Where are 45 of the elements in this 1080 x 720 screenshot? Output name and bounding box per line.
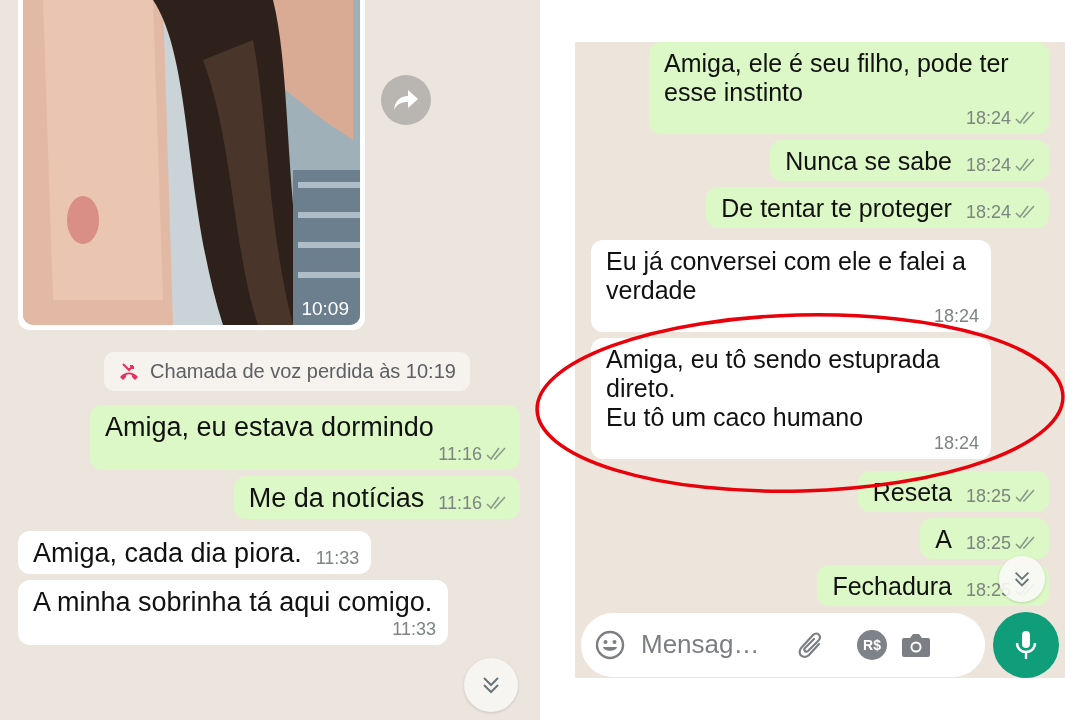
missed-call-icon (118, 361, 141, 382)
double-check-icon (1015, 205, 1037, 219)
message-text: A (935, 525, 952, 554)
message-time: 11:33 (315, 547, 360, 569)
message-field[interactable]: Mensag… R$ (581, 612, 985, 677)
message-text: Fechadura (832, 572, 952, 601)
double-check-icon (486, 496, 508, 510)
message-text: De tentar te proteger (721, 194, 952, 223)
message-text: Nunca se sabe (785, 147, 952, 176)
emoji-icon (595, 629, 625, 660)
message-time: 18:25 (965, 485, 1011, 507)
message-time: 18:24 (933, 432, 979, 454)
payment-icon[interactable]: R$ (857, 629, 887, 660)
message-text: Amiga, eu tô sendo estuprada direto. Eu tô um caco humano (606, 345, 941, 432)
message-text: Reseta (872, 478, 952, 507)
message-text: Amiga, eu estava dormindo (105, 412, 434, 443)
forward-button[interactable] (381, 75, 431, 125)
message-time: 11:16 (438, 443, 482, 465)
message-time: 18:24 (965, 201, 1011, 223)
notice-text: Chamada de voz perdida às 10:19 (150, 360, 456, 383)
chevrons-down-icon (1012, 569, 1032, 589)
message-time: 18:24 (965, 107, 1011, 129)
camera-icon[interactable] (901, 631, 931, 658)
message-time: 11:33 (392, 618, 436, 640)
microphone-icon (1014, 628, 1038, 661)
double-check-icon (1015, 536, 1037, 550)
message-time: 18:25 (965, 579, 1011, 601)
scroll-down-button[interactable] (464, 658, 518, 712)
double-check-icon (1015, 158, 1037, 172)
message-text: Amiga, ele é seu filho, pode ter esse instinto (664, 49, 1010, 107)
message-text: A minha sobrinha tá aqui comigo. (33, 587, 433, 618)
message-time: 18:25 (965, 532, 1011, 554)
message-time: 10:09 (301, 298, 349, 320)
message-time: 18:24 (965, 154, 1011, 176)
double-check-icon (1015, 489, 1037, 503)
message-text: Eu já conversei com ele e falei a verdade (606, 247, 967, 305)
message-time: 18:24 (933, 305, 979, 327)
message-text: Amiga, cada dia piora. (33, 538, 302, 569)
message-time: 11:16 (438, 492, 482, 514)
chevrons-down-icon (480, 674, 502, 696)
message-text: Me da notícias (248, 483, 425, 514)
photo-message[interactable]: 10:09 (18, 0, 365, 330)
double-check-icon (1015, 111, 1037, 125)
forward-icon (393, 89, 419, 111)
double-check-icon (486, 447, 508, 461)
